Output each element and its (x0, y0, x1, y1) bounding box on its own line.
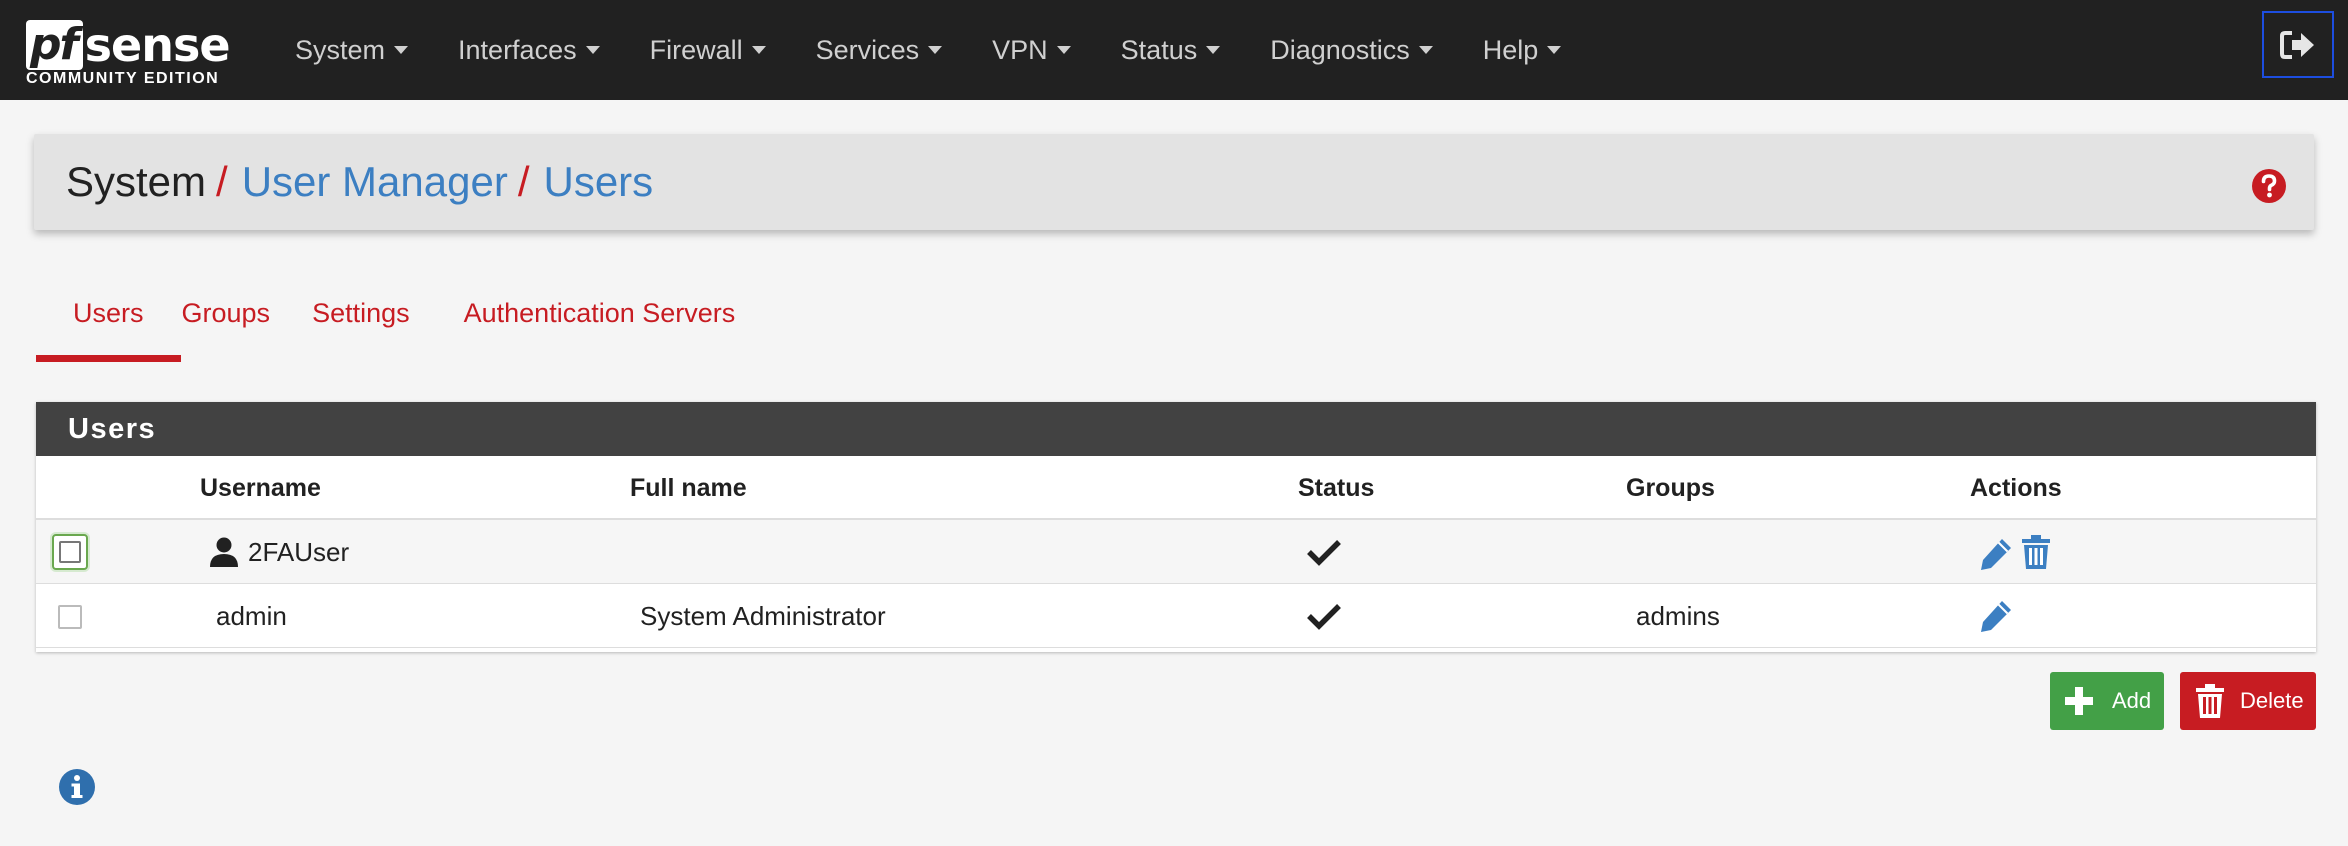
breadcrumb-user-manager[interactable]: User Manager (242, 158, 508, 206)
user-icon (210, 537, 238, 567)
delete-button-label: Delete (2240, 688, 2304, 713)
main-menu: System Interfaces Firewall Services VPN … (270, 0, 1586, 100)
menu-firewall[interactable]: Firewall (625, 0, 791, 100)
row-select-checkbox[interactable] (52, 534, 88, 570)
pfsense-logo[interactable]: pf sense COMMUNITY EDITION (26, 12, 236, 90)
caret-down-icon (1056, 46, 1071, 54)
column-status: Status (1298, 474, 1375, 502)
logo-pf-text: pf (26, 20, 83, 70)
column-groups: Groups (1626, 474, 1715, 502)
column-full-name: Full name (630, 474, 747, 502)
trash-icon (2196, 684, 2224, 718)
username-cell: admin (216, 601, 287, 631)
tab-authentication-servers[interactable]: Authentication Servers (450, 280, 756, 362)
caret-down-icon (1547, 46, 1562, 54)
username-cell: 2FAUser (248, 537, 350, 567)
trash-icon[interactable] (2020, 534, 2052, 570)
breadcrumb-panel: System / User Manager / Users (34, 134, 2314, 230)
column-actions: Actions (1970, 474, 2062, 502)
caret-down-icon (928, 46, 943, 54)
logo-sense-text: sense (84, 18, 231, 72)
question-circle-icon[interactable] (2251, 168, 2287, 204)
users-panel: Users Username Full name Status Groups A… (36, 402, 2316, 652)
menu-system[interactable]: System (270, 0, 433, 100)
user-manager-tabs: Users Groups Settings Authentication Ser… (36, 280, 755, 362)
add-user-button[interactable]: Add (2050, 672, 2164, 730)
sign-out-icon (2280, 30, 2314, 59)
caret-down-icon (585, 46, 600, 54)
table-row: 2FAUser (36, 520, 2316, 584)
table-row: admin System Administrator admins (36, 584, 2316, 648)
caret-down-icon (1206, 46, 1221, 54)
panel-title: Users (36, 402, 2316, 456)
caret-down-icon (1418, 46, 1433, 54)
tab-users[interactable]: Users (36, 280, 181, 362)
caret-down-icon (394, 46, 409, 54)
edit-icon[interactable] (1978, 598, 2014, 634)
edit-icon[interactable] (1978, 536, 2014, 572)
check-icon (1307, 604, 1341, 630)
tab-settings[interactable]: Settings (310, 280, 450, 362)
edition-label: COMMUNITY EDITION (26, 70, 220, 87)
check-icon (1307, 540, 1341, 566)
menu-help[interactable]: Help (1458, 0, 1587, 100)
add-button-label: Add (2112, 688, 2152, 713)
plus-icon (2065, 687, 2093, 715)
menu-vpn[interactable]: VPN (967, 0, 1096, 100)
logout-button[interactable] (2262, 11, 2334, 78)
caret-down-icon (751, 46, 766, 54)
breadcrumb-users[interactable]: Users (543, 158, 653, 206)
menu-status[interactable]: Status (1096, 0, 1246, 100)
menu-interfaces[interactable]: Interfaces (433, 0, 625, 100)
top-navbar: pf sense COMMUNITY EDITION System Interf… (0, 0, 2348, 100)
breadcrumb-system: System (66, 158, 207, 205)
breadcrumb-separator: / (216, 158, 228, 205)
fullname-cell: System Administrator (640, 601, 886, 631)
breadcrumb: System / User Manager / Users (66, 134, 653, 230)
tab-groups[interactable]: Groups (181, 280, 311, 362)
breadcrumb-separator: / (517, 158, 530, 205)
table-header: Username Full name Status Groups Actions (36, 456, 2316, 520)
menu-services[interactable]: Services (791, 0, 968, 100)
groups-cell: admins (1636, 601, 1720, 631)
row-select-checkbox[interactable] (58, 605, 82, 629)
column-username: Username (200, 474, 321, 502)
delete-users-button[interactable]: Delete (2180, 672, 2316, 730)
info-circle-icon[interactable] (58, 768, 96, 806)
menu-diagnostics[interactable]: Diagnostics (1245, 0, 1458, 100)
